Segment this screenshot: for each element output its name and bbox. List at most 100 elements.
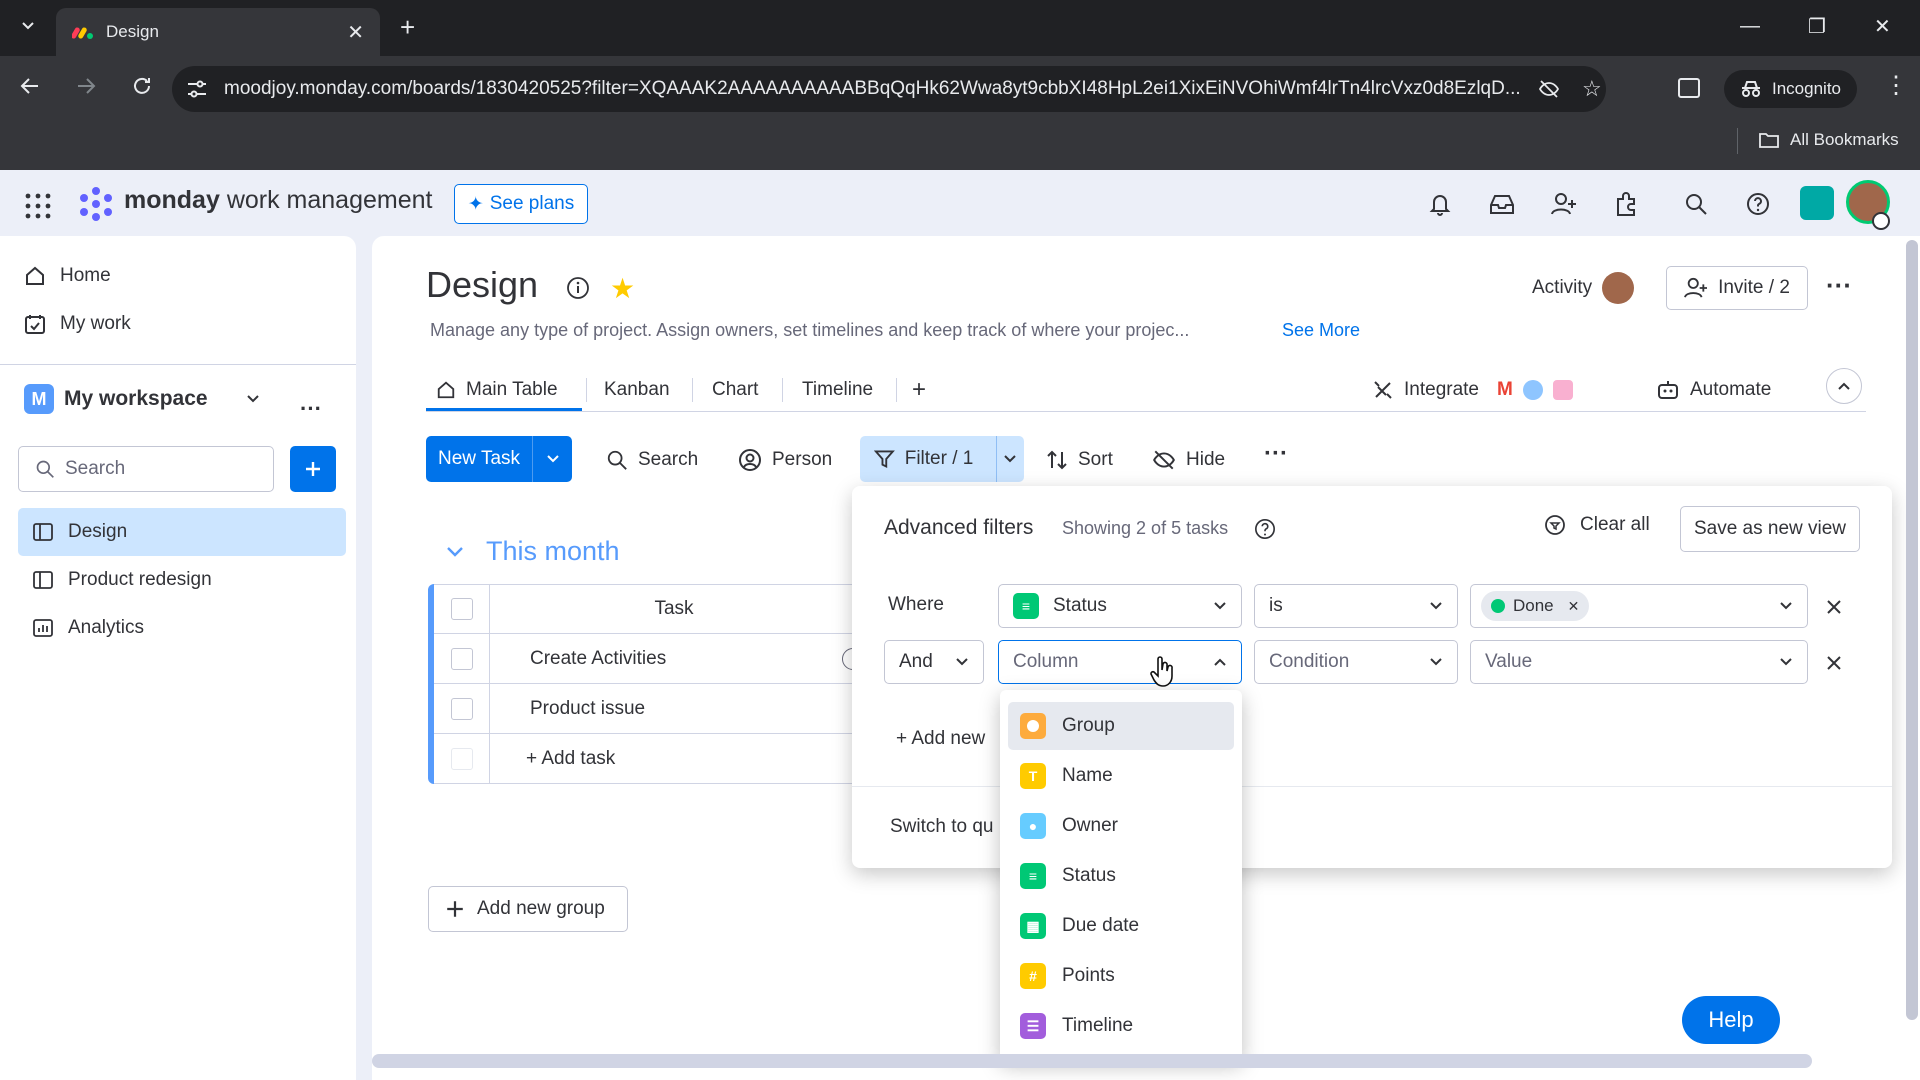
sidebar-item-home[interactable]: Home — [24, 256, 111, 296]
browser-tab[interactable]: Design ✕ — [56, 8, 380, 56]
menu-item-due-date[interactable]: ▦ Due date — [1008, 902, 1234, 950]
collapse-header-button[interactable] — [1826, 368, 1862, 404]
bookmark-star-icon[interactable]: ☆ — [1582, 76, 1602, 102]
tab-list-chevron-icon[interactable] — [14, 12, 42, 40]
menu-item-owner[interactable]: ● Owner — [1008, 802, 1234, 850]
filter-button[interactable]: Filter / 1 — [860, 436, 1024, 482]
all-bookmarks[interactable]: All Bookmarks — [1758, 130, 1899, 150]
add-view-icon[interactable]: + — [912, 370, 926, 410]
board-title[interactable]: Design — [426, 264, 538, 306]
help-question-icon[interactable] — [1742, 188, 1774, 220]
rule2-condition-select[interactable]: Condition — [1254, 640, 1458, 684]
see-more-link[interactable]: See More — [1282, 320, 1360, 341]
add-new-filter-button[interactable]: + Add new — [896, 728, 985, 750]
reload-icon[interactable] — [130, 74, 154, 98]
integrate-button[interactable]: Integrate M — [1372, 370, 1573, 410]
clear-all-button[interactable]: Clear all — [1544, 514, 1650, 536]
group-header[interactable]: This month — [446, 536, 620, 567]
browser-menu-icon[interactable]: ⋮ — [1884, 74, 1908, 98]
automate-button[interactable]: Automate — [1656, 370, 1771, 410]
task-column-header[interactable]: Task — [490, 598, 858, 620]
add-item-button[interactable] — [290, 446, 336, 492]
vertical-scrollbar[interactable] — [1906, 240, 1918, 1020]
person-filter-tool[interactable]: Person — [738, 446, 832, 474]
toolbar-more-icon[interactable]: ··· — [1264, 440, 1288, 468]
notifications-bell-icon[interactable] — [1424, 188, 1456, 220]
inbox-icon[interactable] — [1486, 188, 1518, 220]
group-title[interactable]: This month — [486, 536, 620, 567]
row-checkbox[interactable] — [450, 647, 473, 670]
rule2-column-select[interactable]: Column — [998, 640, 1242, 684]
switch-to-quick-filters-link[interactable]: Switch to qu — [890, 816, 994, 838]
sort-tool[interactable]: Sort — [1046, 446, 1113, 474]
chip-remove-icon[interactable]: ✕ — [1568, 598, 1580, 615]
back-icon[interactable] — [18, 74, 42, 98]
remove-rule1-icon[interactable] — [1823, 596, 1845, 618]
app-switcher-grid-icon[interactable] — [24, 192, 52, 220]
save-as-new-view-button[interactable]: Save as new view — [1680, 506, 1860, 552]
workspace-selector[interactable]: M My workspace — [24, 384, 260, 414]
sidebar-board-product-redesign[interactable]: Product redesign — [18, 556, 346, 604]
close-window-icon[interactable]: ✕ — [1874, 14, 1891, 39]
sidebar-item-my-work[interactable]: My work — [24, 304, 131, 344]
board-more-icon[interactable]: ··· — [1826, 270, 1852, 301]
new-task-button[interactable]: New Task — [426, 436, 572, 482]
address-bar[interactable]: moodjoy.monday.com/boards/1830420525?fil… — [172, 66, 1606, 112]
add-new-group-button[interactable]: Add new group — [428, 886, 628, 932]
workspace-search-input[interactable]: Search — [18, 446, 274, 492]
eye-off-icon[interactable] — [1538, 79, 1560, 99]
add-task-label[interactable]: + Add task — [490, 748, 615, 770]
restore-icon[interactable]: ❐ — [1808, 14, 1826, 39]
search-icon[interactable] — [1680, 188, 1712, 220]
menu-item-points[interactable]: # Points — [1008, 952, 1234, 1000]
see-plans-button[interactable]: ✦ See plans — [454, 184, 588, 224]
tab-main-table[interactable]: Main Table — [436, 370, 558, 410]
site-settings-icon[interactable] — [186, 79, 208, 99]
tab-kanban[interactable]: Kanban — [604, 370, 670, 410]
menu-item-group[interactable]: Group — [1008, 702, 1234, 750]
info-icon[interactable] — [566, 276, 590, 300]
rule1-column-select[interactable]: ≡ Status — [998, 584, 1242, 628]
tab-close-icon[interactable]: ✕ — [347, 20, 364, 45]
side-panel-icon[interactable] — [1678, 78, 1700, 98]
remove-rule2-icon[interactable] — [1823, 652, 1845, 674]
search-tool[interactable]: Search — [606, 446, 698, 474]
new-tab-icon[interactable]: + — [400, 12, 415, 43]
task-name[interactable]: Product issue — [490, 698, 645, 720]
tab-timeline[interactable]: Timeline — [802, 370, 873, 410]
table-row[interactable]: Create Activities — [434, 633, 864, 684]
apps-puzzle-icon[interactable] — [1610, 188, 1642, 220]
filter-dropdown-icon[interactable] — [995, 436, 1024, 482]
help-button[interactable]: Help — [1682, 996, 1780, 1044]
invite-members-icon[interactable] — [1548, 188, 1580, 220]
rule1-condition-select[interactable]: is — [1254, 584, 1458, 628]
minimize-icon[interactable]: — — [1740, 15, 1760, 38]
sidebar-board-design[interactable]: Design — [18, 508, 346, 556]
horizontal-scrollbar[interactable] — [372, 1054, 1812, 1068]
select-all-checkbox[interactable] — [450, 598, 473, 620]
workspace-apps-icon[interactable] — [1800, 186, 1834, 220]
row-checkbox[interactable] — [450, 697, 473, 720]
task-name[interactable]: Create Activities — [490, 648, 666, 670]
table-row[interactable]: Product issue — [434, 683, 858, 734]
workspace-more-icon[interactable]: ··· — [300, 396, 322, 422]
add-task-row[interactable]: + Add task — [434, 733, 858, 784]
forward-icon[interactable] — [74, 74, 98, 98]
favorite-star-icon[interactable]: ★ — [610, 272, 635, 305]
help-question-icon[interactable] — [1254, 518, 1276, 540]
done-value-chip[interactable]: Done ✕ — [1481, 591, 1590, 621]
rule1-value-select[interactable]: Done ✕ — [1470, 584, 1808, 628]
menu-item-name[interactable]: T Name — [1008, 752, 1234, 800]
sidebar-board-analytics[interactable]: Analytics — [18, 604, 346, 652]
menu-item-timeline[interactable]: ☰ Timeline — [1008, 1002, 1234, 1050]
invite-button[interactable]: Invite / 2 — [1666, 266, 1808, 310]
tab-chart[interactable]: Chart — [712, 370, 758, 410]
hide-tool[interactable]: Hide — [1152, 446, 1225, 474]
chevron-down-icon[interactable] — [446, 546, 464, 558]
rule2-value-select[interactable]: Value — [1470, 640, 1808, 684]
new-task-dropdown-icon[interactable] — [532, 436, 572, 482]
rule2-conjunction-select[interactable]: And — [884, 640, 984, 684]
incognito-badge[interactable]: Incognito — [1724, 70, 1857, 108]
menu-item-status[interactable]: ≡ Status — [1008, 852, 1234, 900]
activity-button[interactable]: Activity — [1532, 272, 1635, 304]
